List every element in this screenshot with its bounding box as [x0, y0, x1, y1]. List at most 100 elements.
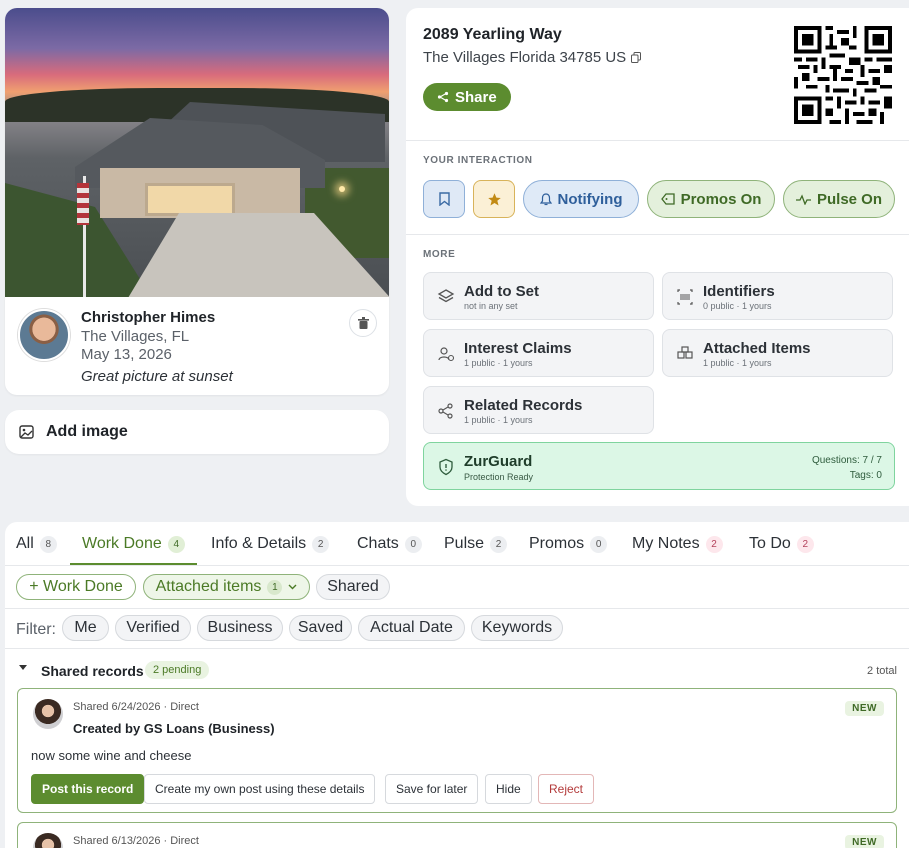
tab-to-do[interactable]: To Do 2 — [749, 535, 814, 565]
create-own-post-button[interactable]: Create my own post using these details — [144, 774, 376, 804]
shield-icon — [439, 458, 453, 476]
barcode-icon — [677, 289, 693, 305]
filter-saved[interactable]: Saved — [289, 615, 352, 641]
address-text: The Villages Florida 34785 US — [423, 49, 627, 66]
promos-label: Promos On — [680, 190, 762, 208]
shared-record-card: Shared 6/13/2026 · Direct NEW — [17, 822, 897, 848]
tab-pulse[interactable]: Pulse 2 — [444, 535, 508, 565]
share-button[interactable]: Share — [423, 83, 511, 111]
property-address: The Villages Florida 34785 US — [423, 49, 642, 66]
star-icon — [487, 192, 501, 205]
save-for-later-button[interactable]: Save for later — [385, 774, 479, 804]
shared-records-header[interactable]: Shared records 2 pending 2 total — [5, 648, 909, 688]
qr-code[interactable] — [794, 26, 892, 124]
shared-records-title: Shared records — [41, 663, 144, 679]
avatar[interactable] — [33, 699, 63, 729]
identifiers-sub: 0 public · 1 yours — [703, 301, 772, 311]
attached-items-button[interactable]: Attached Items 1 public · 1 yours — [662, 329, 893, 377]
record-meta: Shared 6/24/2026 · Direct — [73, 701, 199, 713]
interaction-label: YOUR INTERACTION — [423, 155, 533, 166]
add-to-set-button[interactable]: Add to Set not in any set — [423, 272, 654, 320]
zurguard-card[interactable]: ZurGuard Protection Ready Questions: 7 /… — [423, 442, 895, 490]
user-claim-icon — [438, 347, 455, 362]
tab-work-done[interactable]: Work Done 4 — [70, 535, 197, 565]
property-photo[interactable] — [5, 8, 389, 297]
delete-photo-button[interactable] — [349, 309, 377, 337]
post-record-button[interactable]: Post this record — [31, 774, 145, 804]
tab-all[interactable]: All 8 — [16, 535, 57, 565]
record-author: Created by GS Loans (Business) — [73, 721, 275, 736]
chevron-down-icon — [288, 584, 297, 590]
bell-icon — [539, 192, 552, 205]
record-message: now some wine and cheese — [31, 748, 192, 763]
filter-label: Filter: — [16, 621, 56, 638]
filter-business[interactable]: Business — [197, 615, 283, 641]
zurguard-tags: Tags: 0 — [849, 470, 882, 481]
layers-icon — [437, 289, 455, 303]
tab-promos[interactable]: Promos 0 — [529, 535, 608, 565]
shared-chip[interactable]: Shared — [316, 574, 390, 600]
avatar[interactable] — [18, 309, 70, 361]
related-records-button[interactable]: Related Records 1 public · 1 yours — [423, 386, 654, 434]
add-to-set-sub: not in any set — [464, 301, 518, 311]
avatar[interactable] — [33, 833, 63, 848]
interest-claims-button[interactable]: Interest Claims 1 public · 1 yours — [423, 329, 654, 377]
add-to-set-title: Add to Set — [464, 283, 539, 300]
tab-count: 4 — [167, 536, 185, 553]
records-section: All 8 Work Done 4 Info & Details 2 Chats 0 P… — [5, 522, 909, 848]
bookmark-icon — [438, 192, 450, 206]
filter-me[interactable]: Me — [62, 615, 109, 641]
property-title: 2089 Yearling Way — [423, 26, 562, 43]
notifying-toggle[interactable]: Notifying — [523, 180, 639, 218]
favorite-button[interactable] — [473, 180, 515, 218]
attached-items-chip[interactable]: Attached items 1 — [143, 574, 310, 600]
more-label: MORE — [423, 249, 456, 260]
tag-icon — [660, 193, 675, 205]
pulse-toggle[interactable]: Pulse On — [783, 180, 895, 218]
pulse-icon — [795, 193, 811, 205]
collapse-caret-icon[interactable] — [19, 665, 27, 670]
photo-caption: Great picture at sunset — [81, 368, 233, 385]
zurguard-title: ZurGuard — [464, 453, 533, 470]
boxes-icon — [677, 346, 693, 359]
image-icon — [19, 425, 34, 439]
tab-count: 2 — [490, 536, 508, 553]
filter-keywords[interactable]: Keywords — [471, 615, 563, 641]
pending-badge: 2 pending — [145, 661, 210, 679]
promos-toggle[interactable]: Promos On — [647, 180, 775, 218]
share-icon — [437, 91, 449, 103]
share-label: Share — [455, 88, 497, 106]
filter-actual-date[interactable]: Actual Date — [358, 615, 465, 641]
author-date: May 13, 2026 — [81, 346, 172, 363]
bookmark-button[interactable] — [423, 180, 465, 218]
attached-count-badge: 1 — [267, 579, 283, 595]
tab-count: 0 — [404, 536, 422, 553]
copy-icon[interactable] — [631, 52, 642, 63]
add-work-done-button[interactable]: + Work Done — [16, 574, 136, 600]
interest-claims-sub: 1 public · 1 yours — [464, 358, 533, 368]
tab-count: 2 — [705, 536, 723, 553]
add-image-label: Add image — [46, 423, 128, 440]
attached-items-title: Attached Items — [703, 340, 811, 357]
filter-verified[interactable]: Verified — [115, 615, 191, 641]
hide-button[interactable]: Hide — [485, 774, 532, 804]
add-image-button[interactable]: Add image — [5, 410, 389, 454]
pulse-label: Pulse On — [816, 190, 883, 208]
identifiers-title: Identifiers — [703, 283, 775, 300]
tab-my-notes[interactable]: My Notes 2 — [632, 535, 723, 565]
notifying-label: Notifying — [557, 190, 623, 208]
zurguard-questions: Questions: 7 / 7 — [811, 455, 882, 466]
author-name: Christopher Himes — [81, 309, 216, 326]
tab-chats[interactable]: Chats 0 — [357, 535, 422, 565]
identifiers-button[interactable]: Identifiers 0 public · 1 yours — [662, 272, 893, 320]
new-badge: NEW — [845, 835, 884, 848]
related-records-sub: 1 public · 1 yours — [464, 415, 533, 425]
photo-author: Christopher Himes The Villages, FL May 1… — [5, 297, 389, 395]
tab-info-details[interactable]: Info & Details 2 — [211, 535, 330, 565]
records-total: 2 total — [867, 665, 897, 677]
reject-button[interactable]: Reject — [538, 774, 595, 804]
attached-items-sub: 1 public · 1 yours — [703, 358, 772, 368]
trash-icon — [357, 317, 369, 329]
shared-record-card: Shared 6/24/2026 · Direct Created by GS … — [17, 688, 897, 813]
tab-count: 8 — [39, 536, 57, 553]
